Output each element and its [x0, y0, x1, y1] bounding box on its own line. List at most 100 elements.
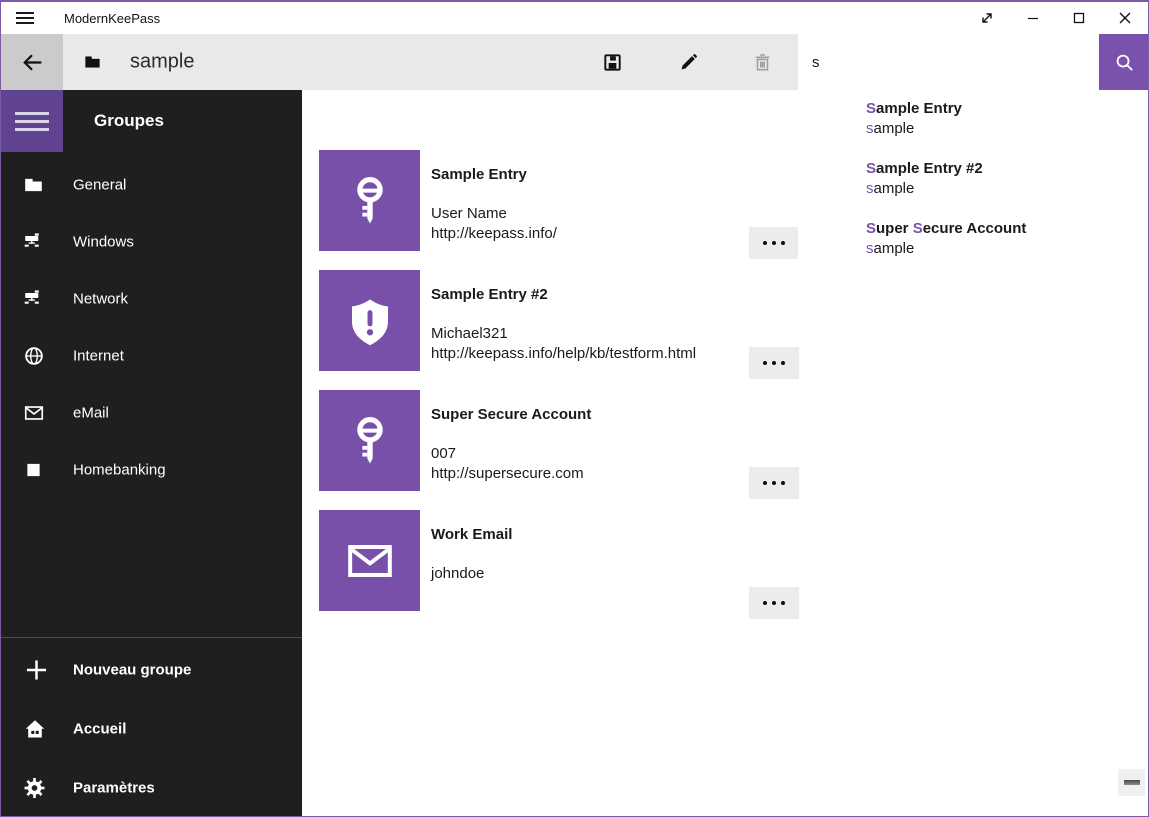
appbar: sample — [1, 34, 1148, 90]
plus-icon — [23, 656, 50, 683]
search-icon — [1113, 51, 1136, 74]
sidebar-item-homebanking[interactable]: Homebanking — [1, 441, 302, 498]
entry-username: johndoe — [431, 564, 484, 584]
sidebar-item-label: Network — [73, 290, 128, 307]
shield-warning-icon — [343, 294, 397, 348]
ellipsis-icon — [763, 361, 767, 365]
maximize-button[interactable] — [1056, 2, 1102, 34]
entry-title: Sample Entry #2 — [431, 286, 548, 303]
search-suggestions: Sample Entry sample Sample Entry #2 samp… — [798, 90, 1149, 291]
entry-title: Super Secure Account — [431, 406, 591, 423]
sidebar-item-label: Internet — [73, 347, 124, 364]
entry-row-work-email[interactable]: Work Email johndoe — [319, 510, 799, 620]
key-icon — [343, 414, 397, 468]
sidebar-item-internet[interactable]: Internet — [1, 327, 302, 384]
titlebar: ModernKeePass — [1, 2, 1148, 34]
menu-button[interactable] — [1, 90, 63, 152]
ellipsis-icon — [763, 601, 767, 605]
entry-url — [431, 584, 484, 604]
sidebar-item-label: eMail — [73, 404, 109, 421]
more-button[interactable] — [749, 227, 799, 259]
close-icon — [1115, 8, 1135, 28]
fullscreen-button[interactable] — [964, 2, 1010, 34]
sidebar-item-label: Nouveau groupe — [73, 661, 191, 678]
search-button[interactable] — [1099, 34, 1149, 90]
sidebar-separator — [1, 637, 302, 638]
sidebar-item-settings[interactable]: Paramètres — [1, 758, 302, 817]
sidebar: Groupes General Win — [1, 90, 302, 816]
sidebar-item-label: Accueil — [73, 720, 126, 737]
network-icon — [23, 288, 44, 309]
entry-username: User Name — [431, 204, 557, 224]
entry-title: Sample Entry — [431, 166, 527, 183]
pencil-icon — [677, 51, 700, 74]
more-button[interactable] — [749, 587, 799, 619]
key-icon — [343, 174, 397, 228]
sidebar-item-home[interactable]: Accueil — [1, 699, 302, 758]
suggestion-subtitle: sample — [866, 239, 1149, 259]
network-icon — [23, 231, 44, 252]
gear-icon — [23, 776, 46, 799]
back-arrow-icon — [19, 49, 46, 76]
app-title: ModernKeePass — [64, 11, 160, 26]
mail-icon — [342, 533, 398, 589]
app-window: ModernKeePass — [0, 0, 1149, 817]
entry-title: Work Email — [431, 526, 512, 543]
suggestion-subtitle: sample — [866, 119, 1149, 139]
entry-details: 007 http://supersecure.com — [431, 444, 584, 484]
globe-icon — [23, 345, 45, 367]
fullscreen-icon — [977, 8, 997, 28]
suggestion-item[interactable]: Sample Entry #2 sample — [798, 159, 1149, 219]
entry-tile — [319, 390, 420, 491]
entry-username: 007 — [431, 444, 584, 464]
suggestion-item[interactable]: Super Secure Account sample — [798, 219, 1149, 279]
edit-button[interactable] — [665, 34, 711, 90]
hamburger-icon[interactable] — [16, 12, 34, 24]
window-controls — [964, 2, 1148, 34]
entry-url: http://supersecure.com — [431, 464, 584, 484]
save-button[interactable] — [589, 34, 635, 90]
more-button[interactable] — [749, 467, 799, 499]
database-title: sample — [130, 51, 194, 74]
entry-row-sample-entry[interactable]: Sample Entry User Name http://keepass.in… — [319, 150, 799, 260]
sidebar-item-label: Paramètres — [73, 779, 155, 796]
entry-row-sample-entry-2[interactable]: Sample Entry #2 Michael321 http://keepas… — [319, 270, 799, 380]
entry-tile — [319, 270, 420, 371]
zoom-out-button[interactable] — [1118, 769, 1145, 796]
maximize-icon — [1069, 8, 1089, 28]
delete-button[interactable] — [739, 34, 785, 90]
more-button[interactable] — [749, 347, 799, 379]
sidebar-item-email[interactable]: eMail — [1, 384, 302, 441]
minimize-icon — [1023, 8, 1043, 28]
sidebar-item-general[interactable]: General — [1, 156, 302, 213]
entry-details: johndoe — [431, 564, 484, 604]
search-input[interactable] — [798, 34, 1099, 90]
sidebar-item-new-group[interactable]: Nouveau groupe — [1, 640, 302, 699]
ellipsis-icon — [763, 241, 767, 245]
entry-tile — [319, 150, 420, 251]
hamburger-icon — [15, 112, 49, 115]
entry-username: Michael321 — [431, 324, 696, 344]
sidebar-item-network[interactable]: Network — [1, 270, 302, 327]
entry-details: Michael321 http://keepass.info/help/kb/t… — [431, 324, 696, 364]
entry-url: http://keepass.info/help/kb/testform.htm… — [431, 344, 696, 364]
sidebar-header: Groupes — [94, 90, 164, 152]
sidebar-item-windows[interactable]: Windows — [1, 213, 302, 270]
suggestion-item[interactable]: Sample Entry sample — [798, 99, 1149, 159]
entry-list: Sample Entry User Name http://keepass.in… — [302, 90, 1148, 816]
sidebar-item-label: General — [73, 176, 126, 193]
entry-url: http://keepass.info/ — [431, 224, 557, 244]
ellipsis-icon — [763, 481, 767, 485]
suggestion-title: Super Secure Account — [866, 219, 1149, 239]
folder-icon — [83, 53, 102, 72]
minimize-button[interactable] — [1010, 2, 1056, 34]
minus-icon — [1124, 780, 1140, 785]
sidebar-item-label: Windows — [73, 233, 134, 250]
square-icon — [23, 459, 44, 480]
back-button[interactable] — [1, 34, 63, 90]
suggestion-subtitle: sample — [866, 179, 1149, 199]
entry-row-super-secure-account[interactable]: Super Secure Account 007 http://supersec… — [319, 390, 799, 500]
sidebar-item-label: Homebanking — [73, 461, 166, 478]
suggestion-title: Sample Entry #2 — [866, 159, 1149, 179]
close-button[interactable] — [1102, 2, 1148, 34]
